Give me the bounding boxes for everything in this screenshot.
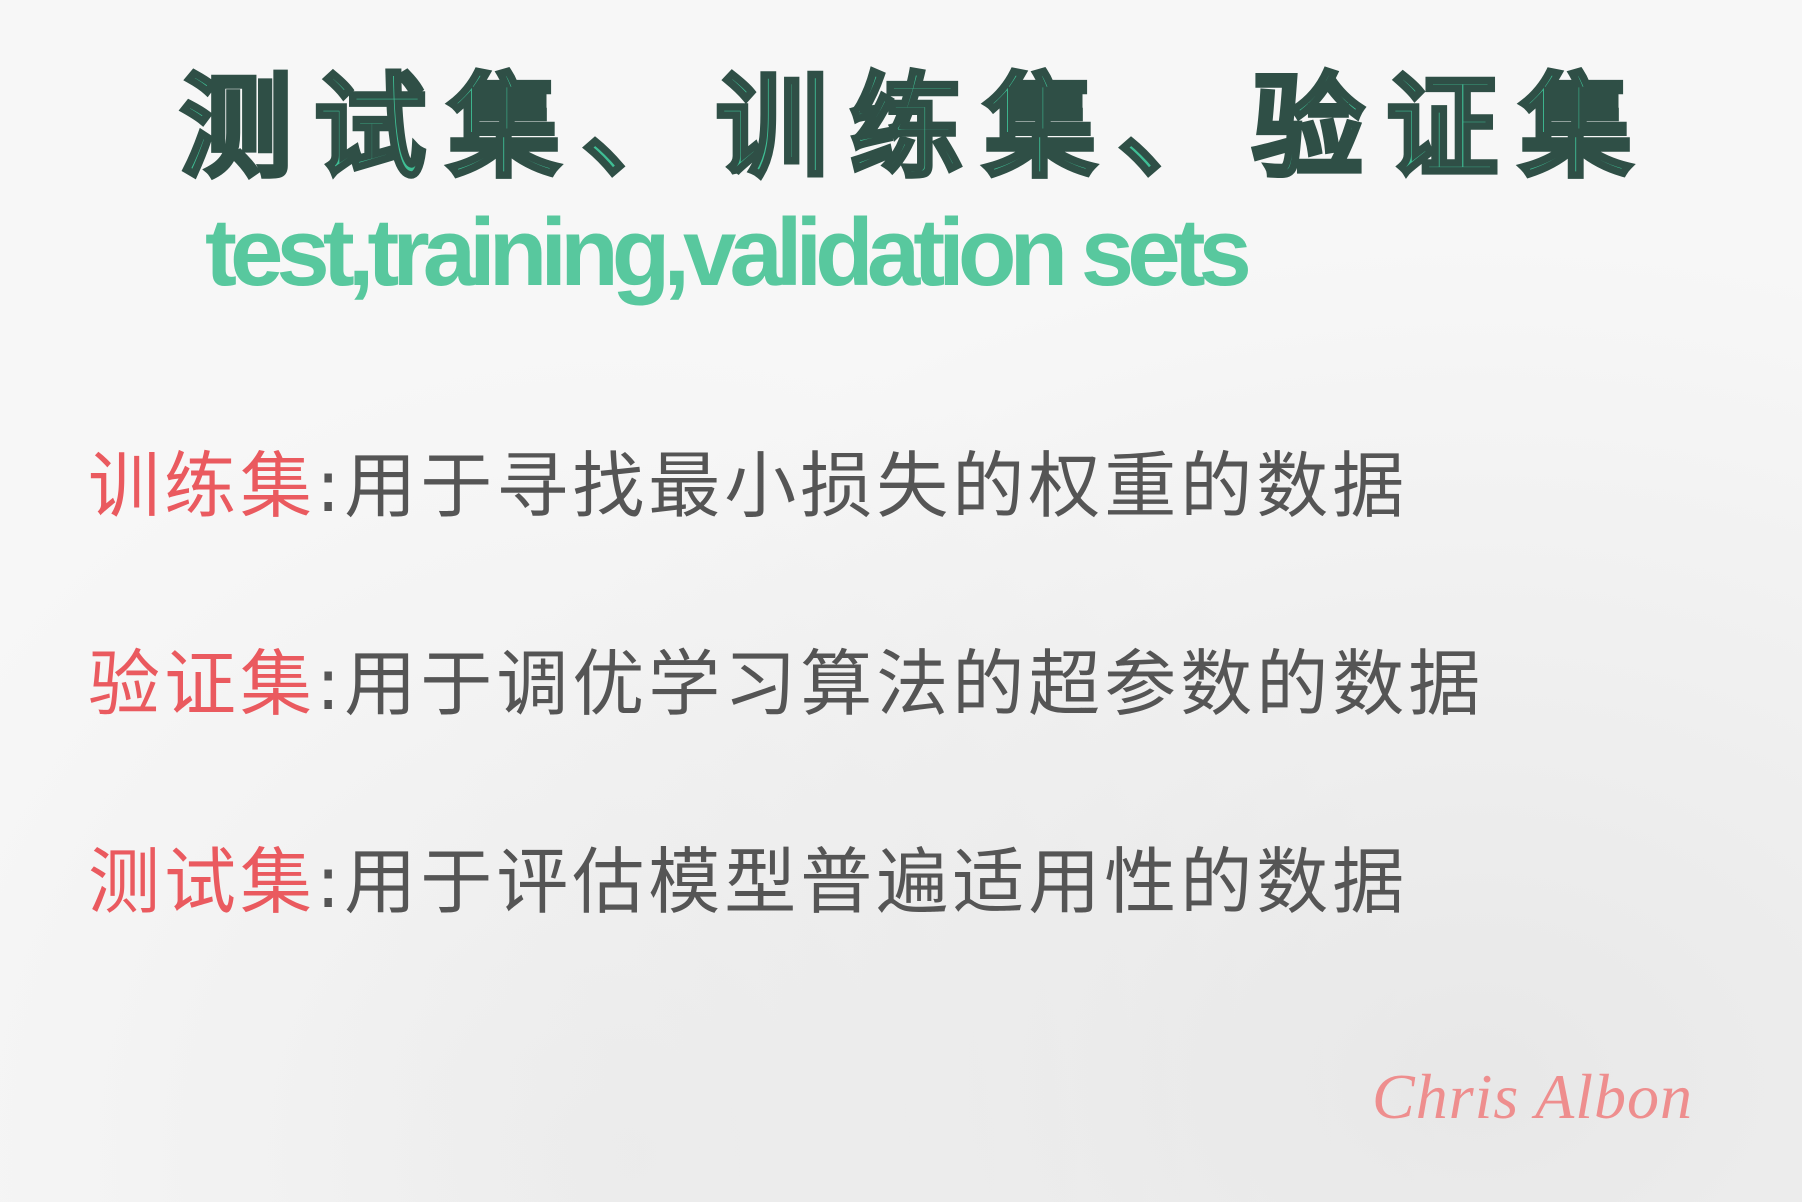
term-separator: : (316, 444, 345, 528)
term-training-set: 训练集 (88, 444, 317, 528)
definition-test-set: 测试集:用于评估模型普遍适用性的数据 (88, 846, 1408, 918)
page: 测试集、训练集、验证集 test,training,validation set… (0, 0, 1802, 1202)
term-separator: : (316, 642, 345, 726)
term-test-set: 测试集 (88, 840, 317, 924)
definition-validation-set: 验证集:用于调优学习算法的超参数的数据 (88, 648, 1484, 720)
term-validation-set: 验证集 (88, 642, 317, 726)
description-test-set: 用于评估模型普遍适用性的数据 (344, 840, 1409, 924)
author-signature: Chris Albon (1372, 1061, 1693, 1132)
page-title-chinese: 测试集、训练集、验证集 (178, 63, 1654, 193)
page-title-english: test,training,validation sets (205, 199, 1252, 306)
term-separator: : (316, 840, 345, 924)
description-validation-set: 用于调优学习算法的超参数的数据 (344, 642, 1485, 726)
description-training-set: 用于寻找最小损失的权重的数据 (344, 444, 1409, 528)
definition-training-set: 训练集:用于寻找最小损失的权重的数据 (88, 450, 1408, 522)
